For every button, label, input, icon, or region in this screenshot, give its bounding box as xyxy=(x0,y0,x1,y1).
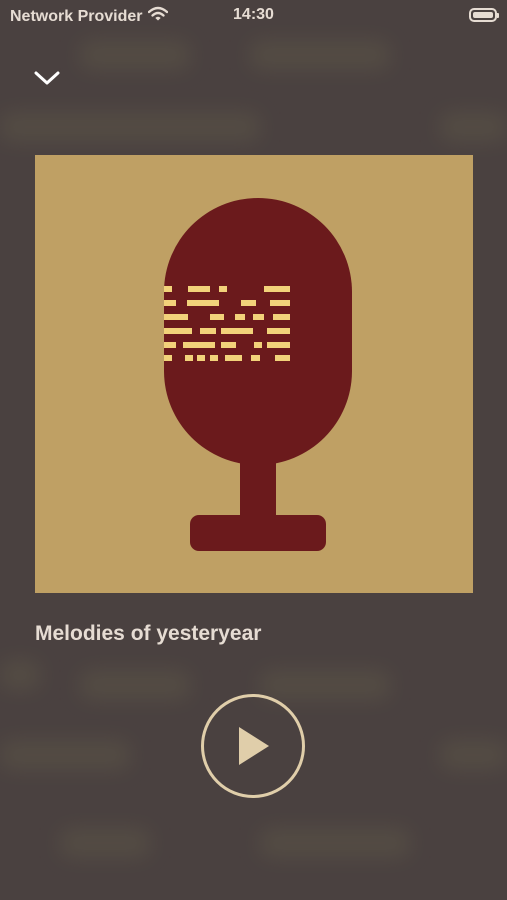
background-blur xyxy=(0,660,40,690)
background-blur xyxy=(0,112,260,142)
background-blur xyxy=(260,828,410,858)
status-time: 14:30 xyxy=(233,6,274,23)
background-blur xyxy=(80,670,190,700)
background-blur xyxy=(60,828,150,858)
play-button[interactable] xyxy=(201,694,305,798)
background-blur xyxy=(260,670,390,700)
chevron-down-icon xyxy=(34,71,60,85)
status-bar: Network Provider 14:30 xyxy=(0,0,507,32)
album-artwork xyxy=(35,155,473,593)
background-blur xyxy=(80,40,190,70)
microphone-icon xyxy=(164,198,352,551)
background-blur xyxy=(440,740,507,770)
collapse-button[interactable] xyxy=(30,64,64,92)
background-blur xyxy=(0,740,130,770)
background-blur xyxy=(250,40,390,70)
background-blur xyxy=(440,112,507,142)
track-title: Melodies of yesteryear xyxy=(35,622,262,645)
play-icon xyxy=(239,727,269,765)
battery-icon xyxy=(469,8,499,22)
